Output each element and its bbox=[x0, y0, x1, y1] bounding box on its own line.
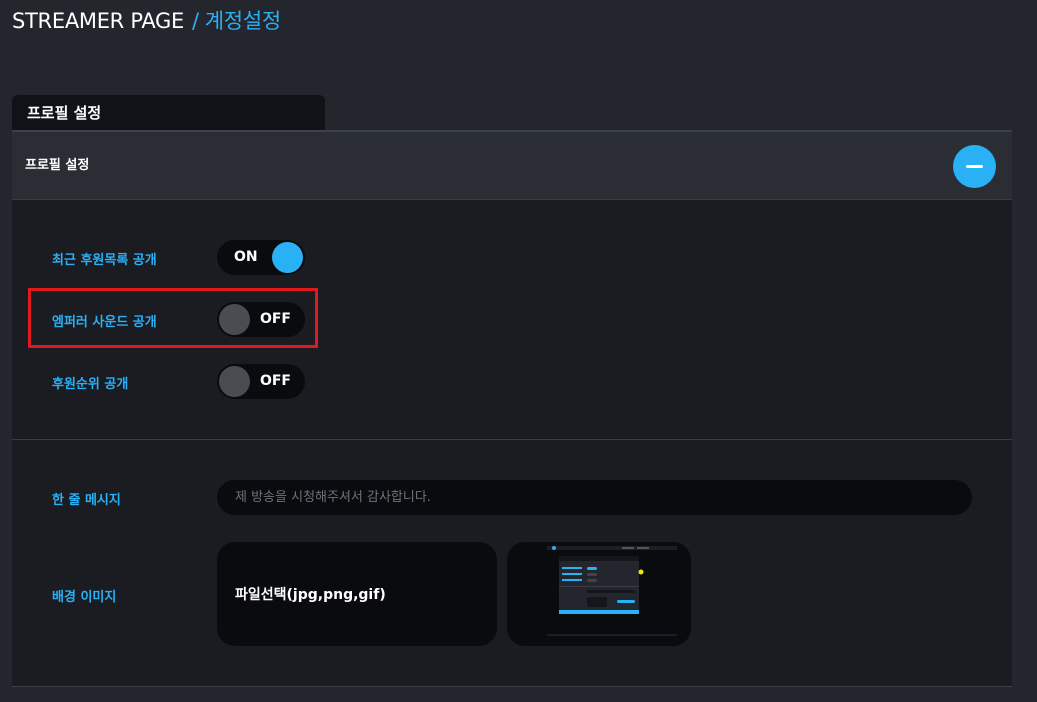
background-image-label: 배경 이미지 bbox=[52, 590, 117, 605]
toggle-knob bbox=[219, 304, 250, 335]
collapse-button[interactable] bbox=[953, 145, 996, 188]
toggle-donation-ranking[interactable]: OFF bbox=[217, 364, 305, 399]
setting-label-emperor-sound: 엠퍼러 사운드 공개 bbox=[52, 315, 157, 330]
file-select-button[interactable]: 파일선택(jpg,png,gif) bbox=[217, 542, 497, 646]
setting-label-donation-ranking: 후원순위 공개 bbox=[52, 377, 129, 392]
section-divider bbox=[12, 439, 1012, 440]
toggle-recent-donations[interactable]: ON bbox=[217, 240, 305, 275]
message-input[interactable] bbox=[217, 480, 972, 515]
toggle-knob bbox=[219, 366, 250, 397]
toggle-state-text: ON bbox=[234, 249, 258, 265]
file-select-label: 파일선택(jpg,png,gif) bbox=[235, 587, 386, 603]
breadcrumb-current: 계정설정 bbox=[204, 9, 281, 33]
message-label: 한 줄 메시지 bbox=[52, 493, 121, 508]
panel-title: 프로필 설정 bbox=[25, 158, 90, 173]
tab-profile-settings[interactable]: 프로필 설정 bbox=[12, 95, 325, 130]
toggle-state-text: OFF bbox=[259, 311, 291, 327]
background-image-preview bbox=[507, 542, 691, 646]
breadcrumb-root[interactable]: STREAMER PAGE bbox=[12, 9, 184, 33]
panel-header: 프로필 설정 bbox=[12, 130, 1012, 200]
toggle-state-text: OFF bbox=[259, 373, 291, 389]
toggle-knob bbox=[272, 242, 303, 273]
breadcrumb: STREAMER PAGE / 계정설정 bbox=[12, 6, 281, 36]
breadcrumb-separator: / bbox=[192, 9, 199, 33]
setting-label-recent-donations: 최근 후원목록 공개 bbox=[52, 253, 157, 268]
panel-body: 최근 후원목록 공개 ON 엠퍼러 사운드 공개 OFF 후원순위 공개 OFF… bbox=[12, 200, 1012, 687]
toggle-emperor-sound[interactable]: OFF bbox=[217, 302, 305, 337]
